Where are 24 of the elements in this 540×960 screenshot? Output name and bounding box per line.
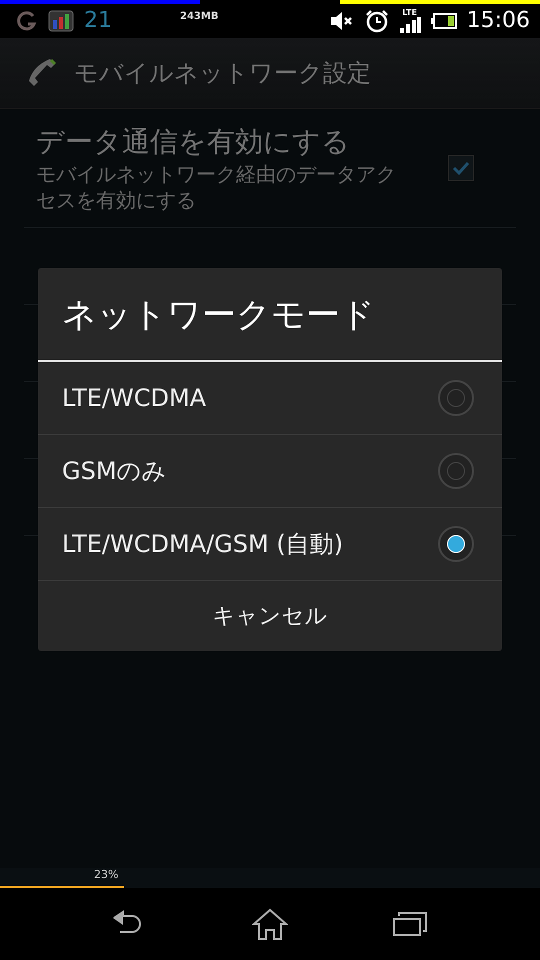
memory-reading: 243MB (180, 11, 218, 22)
checkbox[interactable] (448, 155, 474, 181)
clock: 15:06 (466, 8, 530, 33)
dialog-title: ネットワークモード (38, 268, 502, 362)
alarm-clock-icon (364, 8, 389, 32)
battery-icon (430, 12, 457, 28)
setting-title: データ通信を有効にする (36, 124, 351, 160)
mode-option[interactable]: GSMのみ (38, 435, 502, 508)
signal-icon (398, 17, 421, 33)
recent-apps-icon[interactable] (392, 911, 428, 937)
mute-icon (328, 10, 355, 32)
mode-option[interactable]: LTE/WCDMA/GSM (自動) (38, 508, 502, 581)
radio-button[interactable] (438, 380, 474, 416)
mode-option[interactable]: LTE/WCDMA (38, 362, 502, 435)
network-type: LTE (402, 8, 417, 17)
screen-title: モバイルネットワーク設定 (74, 58, 371, 89)
cancel-button[interactable]: キャンセル (38, 581, 502, 651)
radio-button[interactable] (438, 453, 474, 489)
radio-button[interactable] (438, 526, 474, 562)
notification-count: 21 (84, 8, 112, 33)
setting-summary: モバイルネットワーク経由のデータアクセスを有効にする (36, 161, 396, 213)
battery-percentage: 23% (94, 868, 118, 881)
chart-icon (48, 10, 74, 32)
home-icon[interactable] (252, 908, 288, 940)
